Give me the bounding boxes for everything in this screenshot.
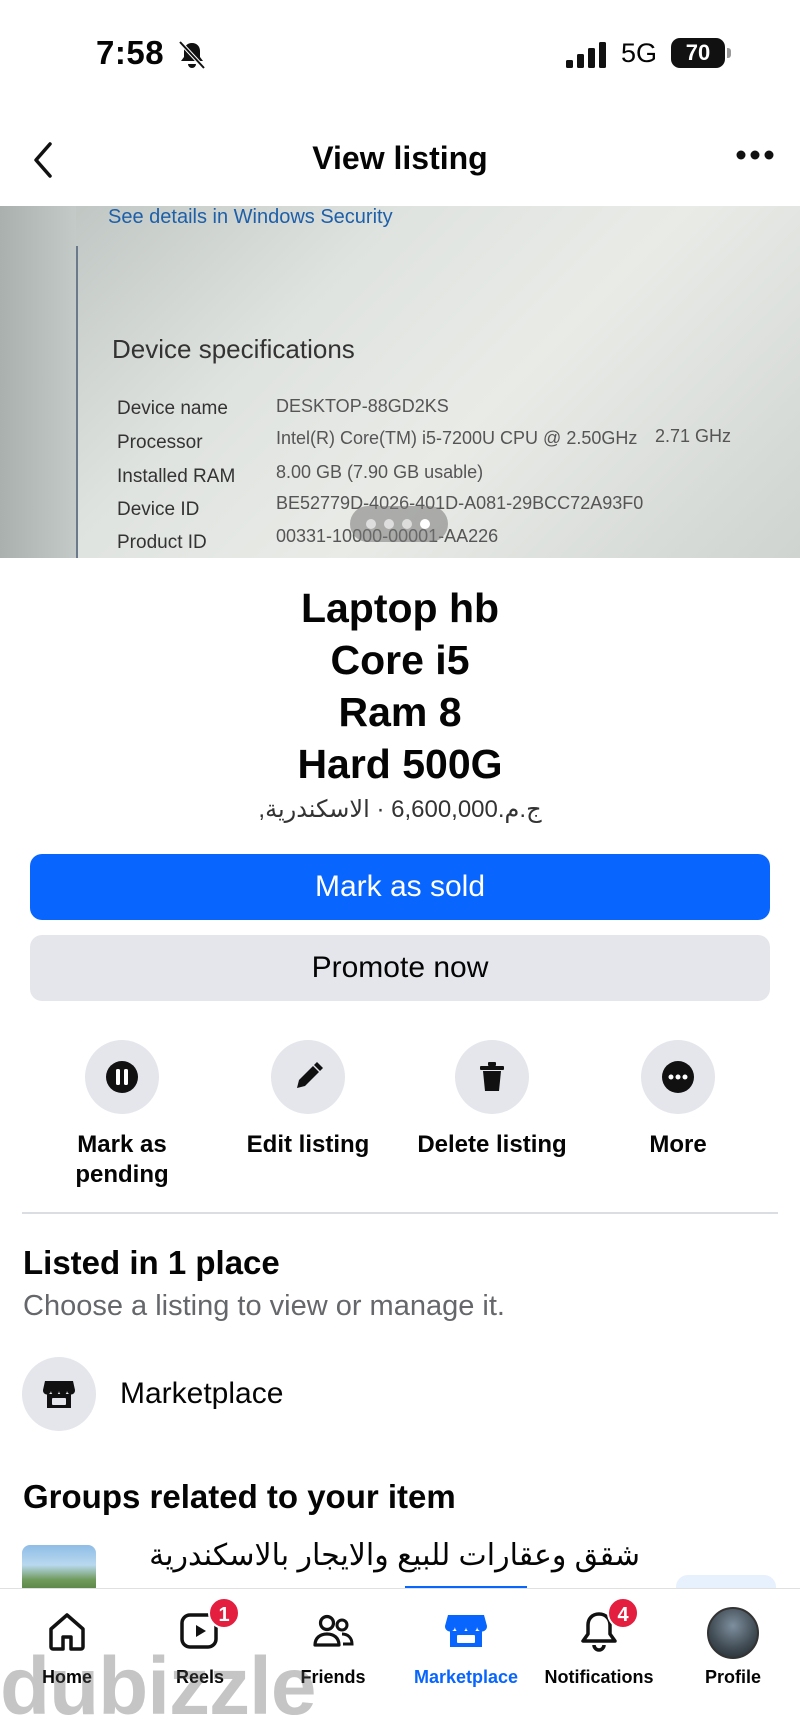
mark-pending-action[interactable]: Mark as pending [32, 1040, 212, 1190]
storefront-icon [42, 1381, 76, 1408]
spec-label: Device ID [117, 499, 200, 520]
battery-icon: 70 [671, 38, 725, 68]
spec-label: Device name [117, 398, 228, 419]
title-line: Hard 500G [297, 741, 503, 787]
action-label-line: pending [75, 1161, 169, 1188]
listed-section-subtitle: Choose a listing to view or manage it. [23, 1290, 505, 1322]
signal-icon [566, 42, 606, 68]
page-dot-active [420, 519, 430, 529]
photo-security-link: See details in Windows Security [108, 206, 393, 228]
spec-value: DESKTOP-88GD2KS [276, 396, 449, 416]
action-label-line: Mark as [77, 1131, 167, 1158]
marketplace-listing-label[interactable]: Marketplace [120, 1377, 283, 1411]
photo-divider-line [76, 246, 78, 558]
pencil-icon [297, 1062, 323, 1088]
battery-tip [727, 48, 731, 58]
photo-page-indicator [350, 506, 448, 542]
nav-header: View listing [0, 120, 800, 200]
watermark-logo: dubizzle [0, 1641, 316, 1732]
action-label: Mark as pending [32, 1130, 212, 1190]
more-action[interactable]: More [588, 1040, 768, 1160]
bell-icon: 4 [575, 1597, 639, 1655]
page-dot [402, 519, 412, 529]
listed-section-title: Listed in 1 place [23, 1244, 280, 1281]
more-icon [662, 1061, 694, 1093]
tab-marketplace[interactable]: Marketplace [399, 1607, 533, 1688]
photo-spec-heading: Device specifications [112, 334, 355, 364]
tab-profile[interactable]: Profile [666, 1607, 800, 1688]
group-name[interactable]: شقق وعقارات للبيع والايجار بالاسكندرية [120, 1538, 640, 1573]
spec-label: Processor [117, 432, 203, 453]
listing-photo[interactable]: See details in Windows Security Device s… [0, 206, 800, 558]
pause-icon [106, 1061, 138, 1093]
spec-value: 8.00 GB (7.90 GB usable) [276, 462, 484, 482]
avatar [707, 1607, 759, 1659]
notifications-badge: 4 [607, 1597, 639, 1629]
action-label: More [649, 1131, 707, 1158]
title-line: Core i5 [330, 637, 470, 683]
tab-label: Notifications [544, 1667, 654, 1687]
groups-section-title: Groups related to your item [23, 1478, 456, 1515]
price-location: ج.م.6,600,000 · الاسكندرية, [258, 796, 542, 823]
action-circle[interactable] [455, 1040, 529, 1114]
tab-notifications[interactable]: 4 Notifications [532, 1597, 666, 1688]
action-label: Edit listing [246, 1131, 370, 1158]
marketplace-listing-icon-circle[interactable] [22, 1357, 96, 1431]
trash-icon [480, 1062, 504, 1091]
reels-badge: 1 [208, 1597, 240, 1629]
spec-label: Installed RAM [117, 466, 236, 487]
action-circle[interactable] [641, 1040, 715, 1114]
network-type: 5G [621, 38, 658, 68]
photo-window-edge [0, 206, 76, 558]
page-title: View listing [312, 140, 488, 176]
edit-listing-action[interactable]: Edit listing [218, 1040, 398, 1160]
spec-value: BE52779D-4026-401D-A081-29BCC72A93F0 [276, 493, 644, 513]
more-options-icon[interactable] [735, 148, 775, 162]
spec-value: Intel(R) Core(TM) i5-7200U CPU @ 2.50GHz [276, 428, 638, 448]
friends-icon [309, 1607, 357, 1655]
delete-listing-action[interactable]: Delete listing [402, 1040, 582, 1160]
status-bar: 7:58 5G 70 [0, 0, 800, 110]
action-circle[interactable] [85, 1040, 159, 1114]
mark-as-sold-button[interactable]: Mark as sold [30, 854, 770, 920]
action-circle[interactable] [271, 1040, 345, 1114]
page-dot [384, 519, 394, 529]
title-line: Ram 8 [338, 689, 462, 735]
tab-label: Marketplace [413, 1667, 519, 1687]
spec-label: Product ID [117, 532, 207, 553]
spec-extra: 2.71 GHz [655, 426, 732, 446]
title-line: Laptop hb [300, 585, 500, 631]
bell-off-icon [178, 40, 206, 70]
tab-label: Profile [704, 1667, 761, 1687]
marketplace-icon [442, 1607, 490, 1655]
page-dot [366, 519, 376, 529]
promote-now-button[interactable]: Promote now [30, 935, 770, 1001]
listing-title: Laptop hb Core i5 Ram 8 Hard 500G [0, 582, 800, 790]
section-divider [22, 1212, 778, 1214]
status-time: 7:58 [96, 34, 165, 71]
action-label: Delete listing [417, 1131, 567, 1158]
